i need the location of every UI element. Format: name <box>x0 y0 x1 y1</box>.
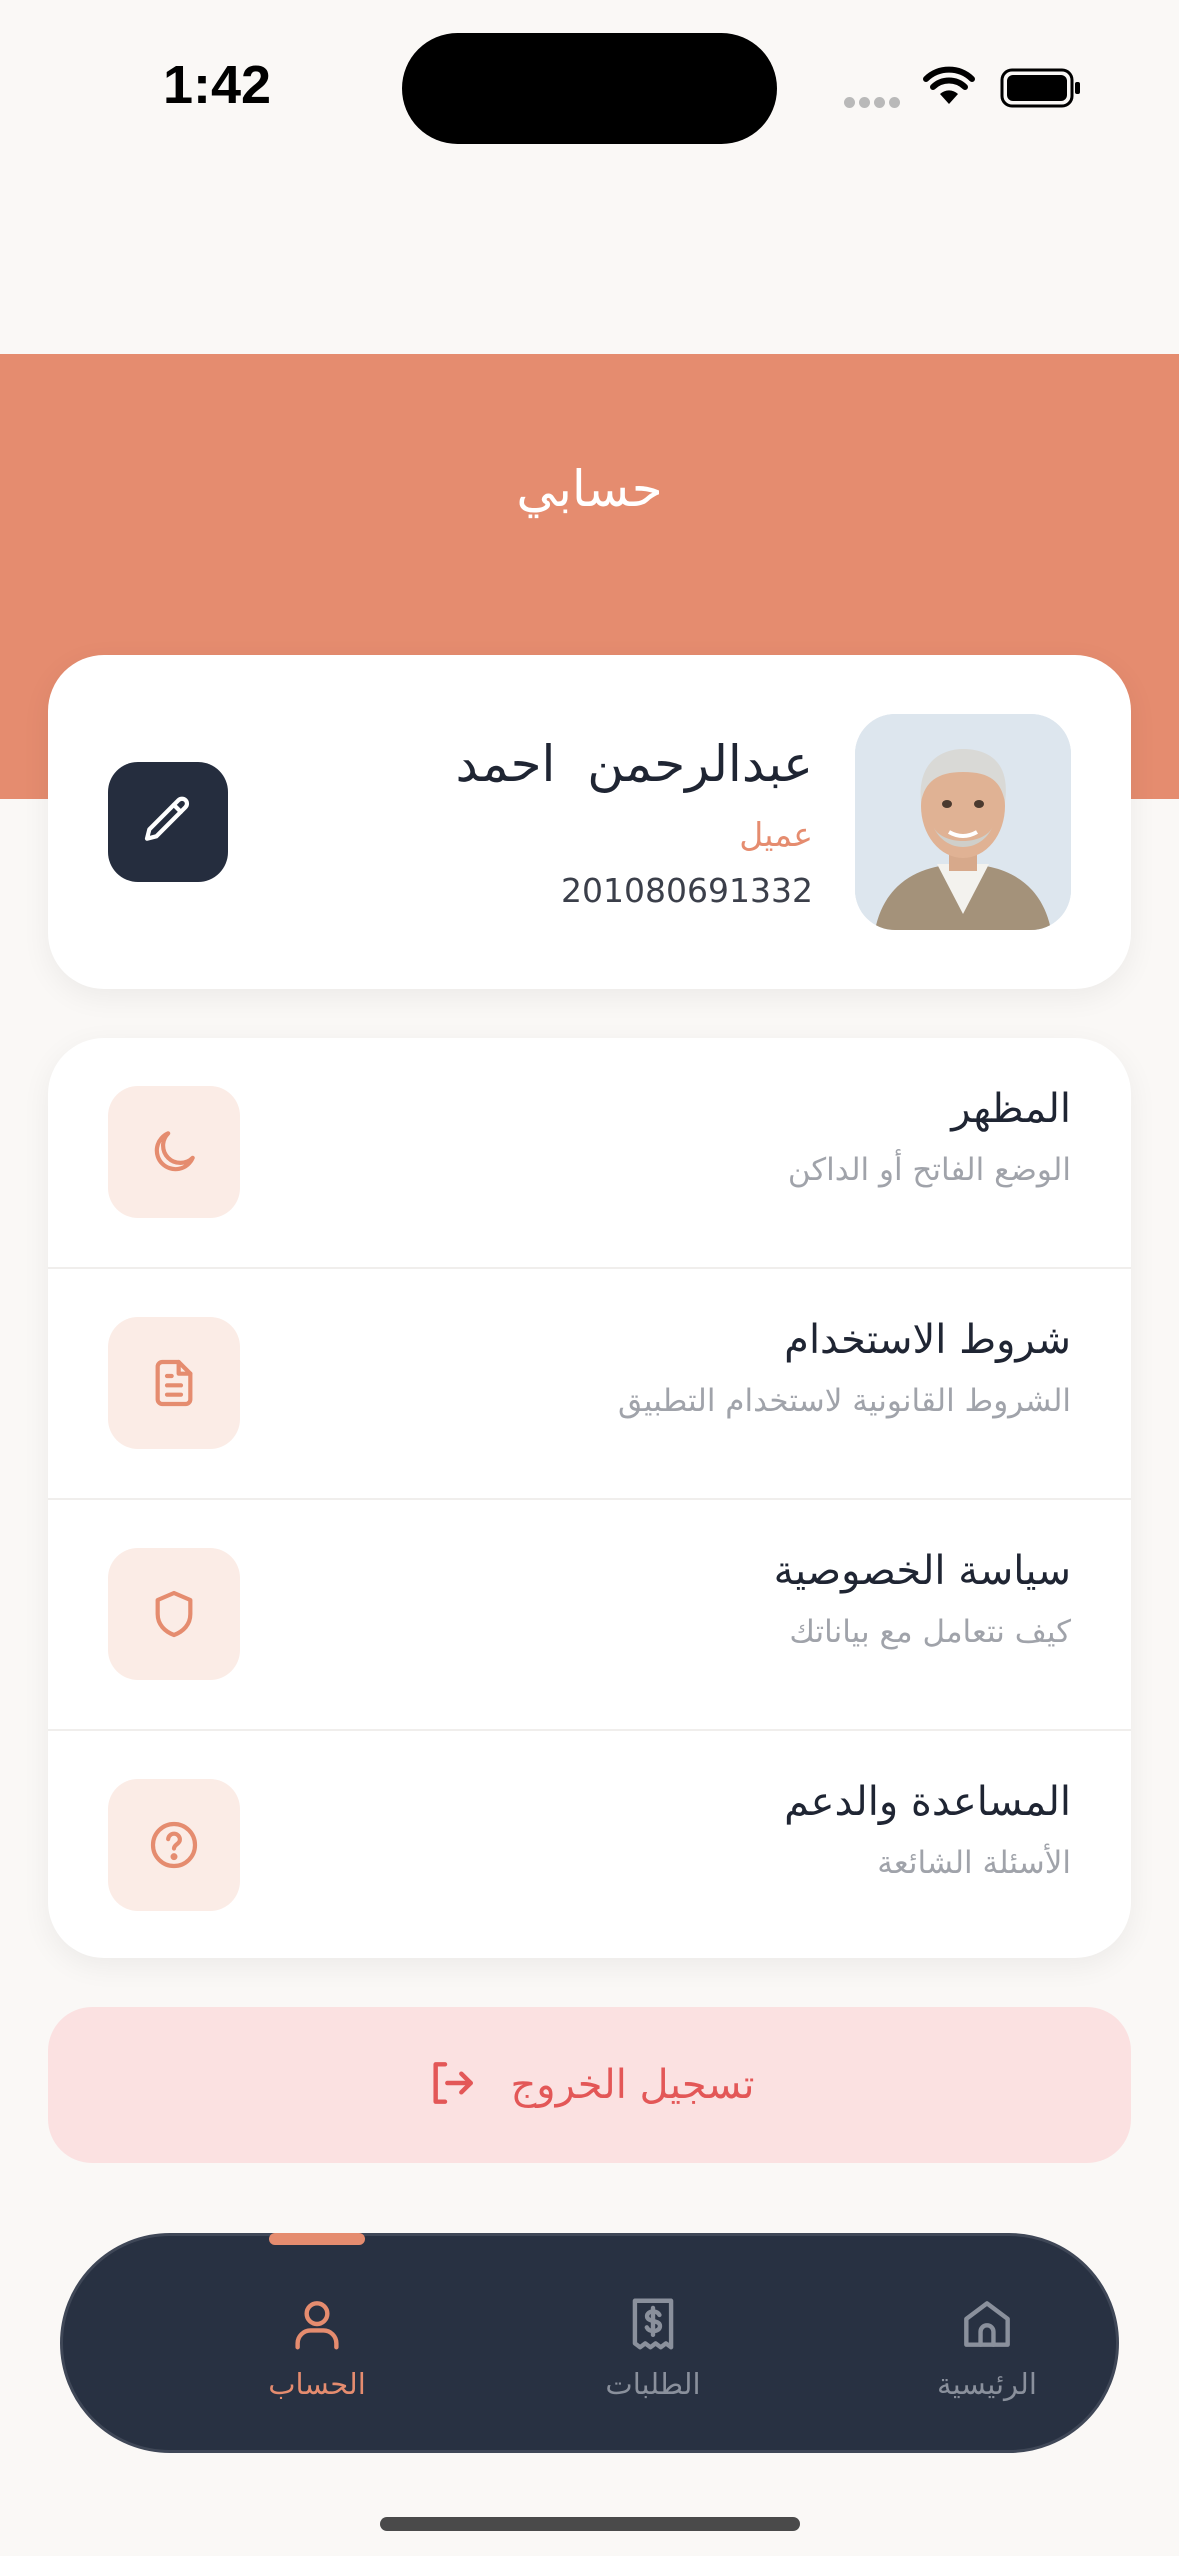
settings-item-subtitle: الوضع الفاتح أو الداكن <box>787 1152 1071 1188</box>
user-phone: 201080691332 <box>561 871 813 910</box>
shield-icon <box>108 1548 240 1680</box>
tab-account[interactable]: الحساب <box>217 2233 417 2450</box>
tab-label: الحساب <box>268 2367 366 2401</box>
tab-label: الرئيسية <box>937 2367 1037 2401</box>
edit-profile-button[interactable] <box>108 762 228 882</box>
pencil-icon <box>140 792 196 852</box>
settings-item-privacy[interactable]: سياسة الخصوصية كيف نتعامل مع بياناتك <box>48 1500 1131 1731</box>
user-name: عبدالرحمن احمد <box>455 735 814 793</box>
logout-icon <box>424 2055 480 2115</box>
settings-item-title: المساعدة والدعم <box>784 1779 1071 1825</box>
settings-item-help[interactable]: المساعدة والدعم الأسئلة الشائعة <box>48 1731 1131 1958</box>
tab-home[interactable]: الرئيسية <box>887 2236 1087 2450</box>
settings-list: المظهر الوضع الفاتح أو الداكن شروط الاست… <box>48 1038 1131 1958</box>
battery-icon <box>1000 68 1082 112</box>
home-icon <box>956 2293 1018 2359</box>
settings-item-appearance[interactable]: المظهر الوضع الفاتح أو الداكن <box>48 1038 1131 1269</box>
status-bar: 1:42 <box>0 0 1179 170</box>
logout-button[interactable]: تسجيل الخروج <box>48 2007 1131 2163</box>
settings-item-subtitle: الأسئلة الشائعة <box>877 1845 1071 1881</box>
document-icon <box>108 1317 240 1449</box>
active-tab-indicator <box>269 2233 365 2245</box>
user-role: عميل <box>739 815 813 854</box>
page-title: حسابي <box>516 460 663 518</box>
settings-item-subtitle: الشروط القانونية لاستخدام التطبيق <box>618 1383 1071 1419</box>
logout-label: تسجيل الخروج <box>510 2062 755 2108</box>
settings-item-title: سياسة الخصوصية <box>773 1548 1071 1594</box>
home-indicator[interactable] <box>380 2517 800 2531</box>
status-time: 1:42 <box>163 55 272 115</box>
help-circle-icon <box>108 1779 240 1911</box>
tab-label: الطلبات <box>605 2367 701 2401</box>
avatar[interactable] <box>855 714 1071 930</box>
receipt-icon <box>622 2293 684 2359</box>
settings-item-subtitle: كيف نتعامل مع بياناتك <box>789 1614 1071 1650</box>
wifi-icon <box>922 66 976 110</box>
settings-item-terms[interactable]: شروط الاستخدام الشروط القانونية لاستخدام… <box>48 1269 1131 1500</box>
user-icon <box>286 2293 348 2359</box>
moon-icon <box>108 1086 240 1218</box>
profile-card: عبدالرحمن احمد عميل 201080691332 <box>48 655 1131 989</box>
cellular-signal-icon <box>844 93 904 112</box>
dynamic-island <box>402 33 777 144</box>
tab-bar: الرئيسية الطلبات الحساب <box>60 2233 1119 2453</box>
settings-item-title: المظهر <box>951 1086 1071 1132</box>
tab-orders[interactable]: الطلبات <box>553 2236 753 2450</box>
settings-item-title: شروط الاستخدام <box>784 1317 1071 1363</box>
